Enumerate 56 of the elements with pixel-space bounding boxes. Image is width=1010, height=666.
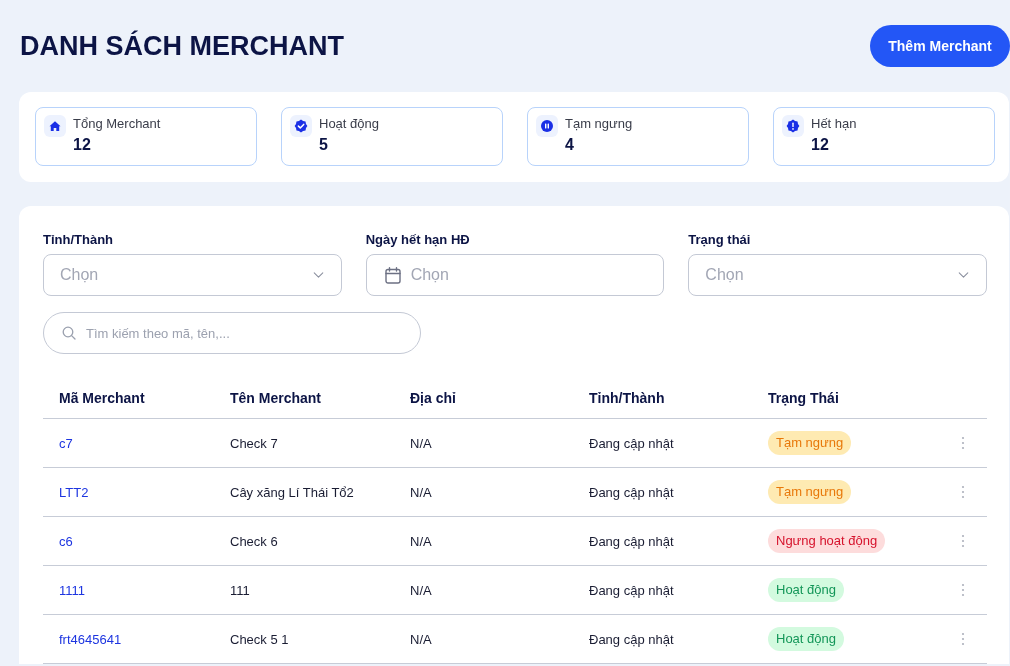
- check-badge-icon: [290, 115, 312, 137]
- more-options-icon[interactable]: [961, 583, 965, 597]
- column-header: Mã Merchant: [58, 390, 145, 406]
- address-text: N/A: [410, 435, 432, 451]
- filter-label: Tỉnh/Thành: [43, 232, 114, 248]
- more-options-icon[interactable]: [961, 436, 965, 450]
- stat-value: 12: [811, 135, 829, 155]
- province-text: Đang cập nhật: [589, 435, 674, 451]
- merchant-code-link[interactable]: c6: [59, 533, 73, 549]
- column-header: Tỉnh/Thành: [588, 390, 665, 406]
- status-badge: Ngưng hoạt động: [768, 529, 886, 553]
- province-text: Đang cập nhật: [589, 631, 674, 647]
- more-options-icon[interactable]: [961, 632, 965, 646]
- status-badge: Hoạt động: [768, 578, 844, 602]
- merchant-code-link[interactable]: c7: [59, 435, 73, 451]
- chevron-down-icon: [312, 272, 324, 278]
- house-icon: [44, 115, 66, 137]
- province-text: Đang cập nhật: [589, 582, 674, 598]
- address-text: N/A: [410, 582, 432, 598]
- stat-value: 4: [565, 135, 574, 155]
- column-header: Trạng Thái: [767, 390, 839, 406]
- more-options-icon[interactable]: [961, 485, 965, 499]
- stat-label: Hoạt động: [319, 115, 379, 133]
- pause-icon: [536, 115, 558, 137]
- filter-label: Ngày hết hạn HĐ: [365, 232, 470, 248]
- status-badge: Tạm ngưng: [768, 480, 852, 504]
- merchant-code-link[interactable]: LTT2: [59, 484, 89, 500]
- merchant-code-link[interactable]: 1111: [59, 582, 86, 598]
- stat-label: Tổng Merchant: [73, 115, 161, 133]
- address-text: N/A: [410, 533, 432, 549]
- filter-label: Trạng thái: [688, 232, 751, 248]
- calendar-icon: [384, 266, 401, 284]
- status-badge: Hoạt động: [768, 627, 844, 651]
- stat-label: Hết hạn: [811, 115, 857, 133]
- stat-value: 5: [319, 135, 328, 155]
- address-text: N/A: [410, 484, 432, 500]
- column-header: Địa chỉ: [409, 390, 456, 406]
- merchant-name: Check 6: [230, 533, 278, 549]
- column-header: Tên Merchant: [229, 390, 321, 406]
- search-icon: [62, 326, 76, 340]
- page-title: DANH SÁCH MERCHANT: [19, 29, 344, 63]
- merchant-name: Check 7: [230, 435, 278, 451]
- province-text: Đang cập nhật: [589, 484, 674, 500]
- province-text: Đang cập nhật: [589, 533, 674, 549]
- add-merchant-button[interactable]: Thêm Merchant: [870, 25, 1010, 67]
- merchant-name: Cây xăng Lí Thái Tổ2: [230, 484, 354, 500]
- merchant-name: Check 5 1: [230, 631, 289, 647]
- chevron-down-icon: [958, 272, 969, 278]
- merchant-name: 111: [230, 582, 250, 598]
- status-badge: Tạm ngưng: [768, 431, 852, 455]
- alert-badge-icon: [782, 115, 804, 137]
- merchant-code-link[interactable]: frt4645641: [59, 631, 122, 647]
- more-options-icon[interactable]: [961, 534, 965, 548]
- stat-value: 12: [73, 135, 91, 155]
- address-text: N/A: [410, 631, 432, 647]
- stat-label: Tạm ngưng: [565, 115, 633, 133]
